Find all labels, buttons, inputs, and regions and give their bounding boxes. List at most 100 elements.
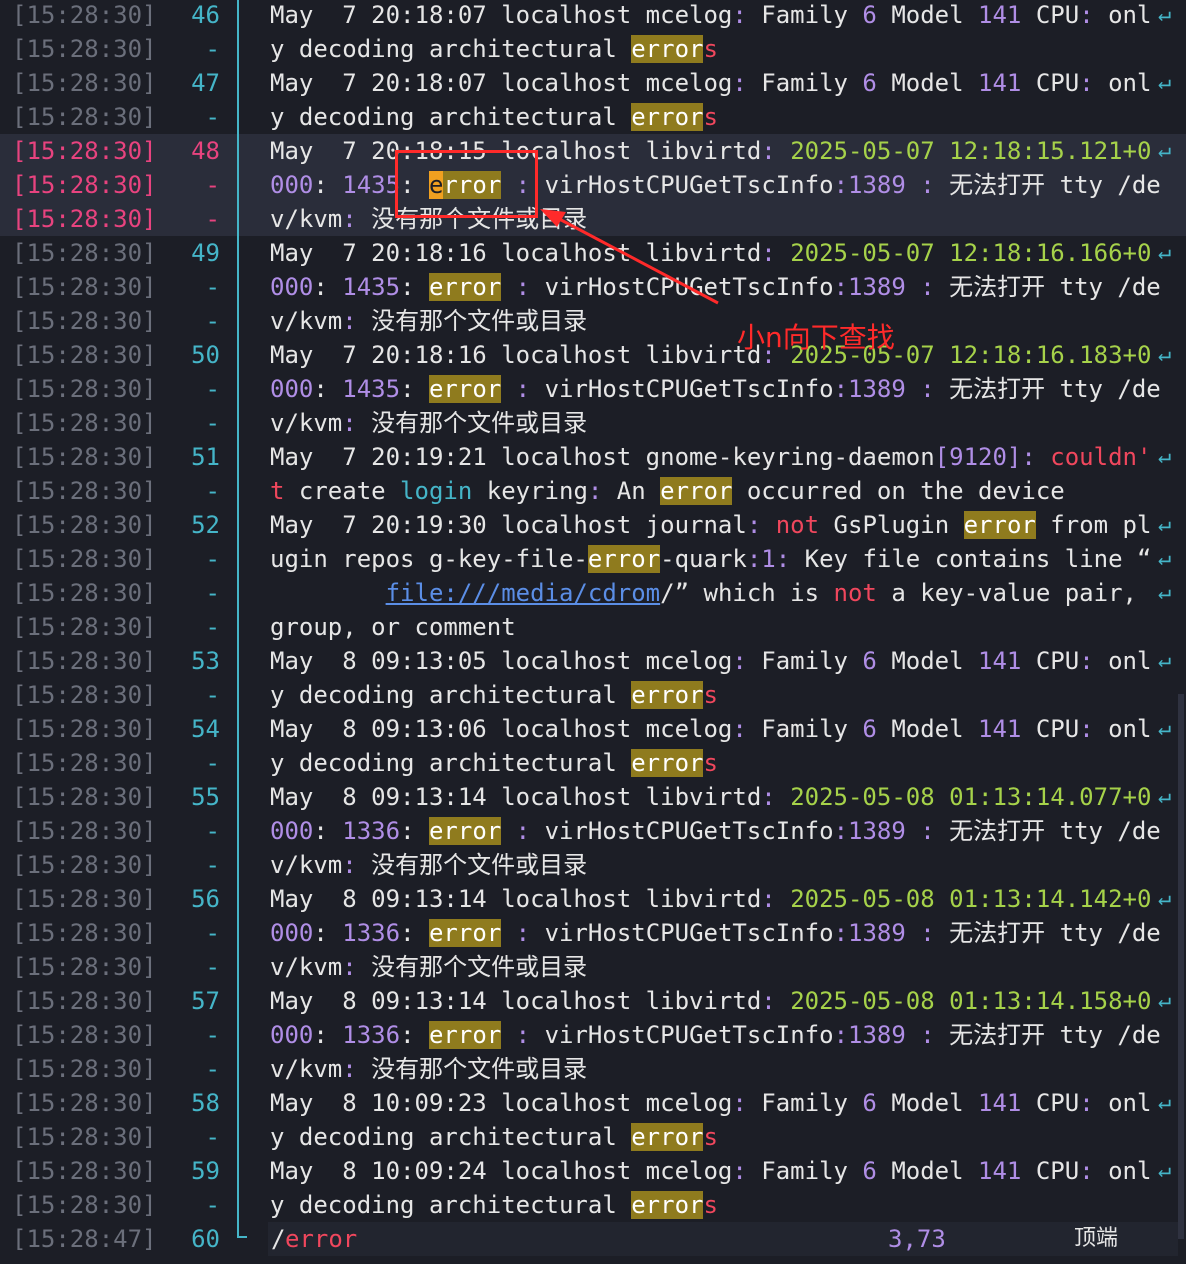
text-segment: Model: [876, 647, 979, 675]
log-row: [15:28:30] - ugin repos g-key-file-error-q…: [0, 542, 1186, 576]
text-segment: :: [920, 1021, 935, 1049]
text-segment: :: [833, 171, 849, 199]
line-number: -: [205, 851, 220, 879]
text-segment: :: [515, 273, 531, 301]
text-segment: 没有那个文件或目录: [356, 953, 588, 981]
text-segment: Family: [746, 647, 863, 675]
row-timestamp: [15:28:30]: [12, 1123, 157, 1151]
text-segment: 000: [270, 919, 314, 947]
row-timestamp: [15:28:30]: [12, 953, 157, 981]
text-segment: a key-value pair,: [876, 579, 1137, 607]
text-segment: 1336: [342, 919, 401, 947]
text-segment: CPU: [1021, 647, 1080, 675]
row-timestamp: [15:28:30]: [12, 1021, 157, 1049]
log-row: [15:28:30] - 000: 1336: error : virHostCPU…: [0, 814, 1186, 848]
text-segment: y decoding architectural: [270, 1123, 632, 1151]
search-match: error: [428, 1021, 502, 1049]
text-segment: :: [515, 919, 531, 947]
row-timestamp: [15:28:30]: [12, 511, 157, 539]
log-row: [15:28:30] 46 May 7 20:18:07 localhost mce…: [0, 0, 1186, 32]
log-row: [15:28:30] - 000: 1336: error : virHostCPU…: [0, 916, 1186, 950]
annotation-highlight-box: [395, 150, 538, 218]
text-segment: :: [1079, 69, 1094, 97]
text-segment: virHostCPUGetTscInfo: [530, 375, 834, 403]
text-segment: CPU: [1021, 1, 1080, 29]
text-segment: :: [833, 919, 849, 947]
text-segment: 141: [978, 1157, 1022, 1185]
text-segment: May 7 20:19:30 localhost journal: [270, 511, 747, 539]
line-wrap-icon: ↵: [1158, 1158, 1172, 1183]
text-segment: 000: [270, 375, 314, 403]
text-segment: :: [400, 1021, 429, 1049]
line-wrap-icon: ↵: [1158, 512, 1172, 537]
text-segment: 000: [270, 273, 314, 301]
text-segment: 1389: [848, 375, 906, 403]
row-timestamp: [15:28:30]: [12, 69, 157, 97]
log-row: [15:28:30] 51 May 7 20:19:21 localhost gno…: [0, 440, 1186, 474]
text-segment: 6: [862, 1157, 877, 1185]
text-segment: :: [1079, 1, 1094, 29]
line-wrap-icon: ↵: [1158, 886, 1172, 911]
search-prefix: /: [271, 1225, 286, 1253]
text-segment: [906, 171, 920, 199]
row-timestamp: [15:28:30]: [12, 545, 157, 573]
log-row: [15:28:30] 57 May 8 09:13:14 localhost lib…: [0, 984, 1186, 1018]
text-segment: :: [1079, 1089, 1094, 1117]
text-segment: 1435: [342, 273, 401, 301]
text-segment: [906, 919, 920, 947]
search-match: error: [428, 375, 502, 403]
text-segment: May 7 20:18:07 localhost mcelog: [270, 69, 733, 97]
text-segment: 没有那个文件或目录: [356, 307, 588, 335]
text-segment: onl: [1093, 715, 1152, 743]
search-match: error: [428, 817, 502, 845]
text-segment: :: [732, 1, 747, 29]
text-segment: 1435: [342, 375, 401, 403]
text-segment: virHostCPUGetTscInfo: [530, 273, 834, 301]
text-segment: [776, 885, 790, 913]
text-segment: Model: [876, 1157, 979, 1185]
text-segment: 1336: [342, 817, 401, 845]
line-number: -: [205, 1191, 220, 1219]
scrollbar[interactable]: [1178, 694, 1184, 1239]
line-number: 51: [191, 443, 220, 471]
text-segment: [906, 273, 920, 301]
log-row: [15:28:30] 53 May 8 09:13:05 localhost mce…: [0, 644, 1186, 678]
text-segment: s: [703, 681, 718, 709]
search-match: error: [631, 103, 704, 131]
text-segment: couldn': [1050, 443, 1152, 471]
line-wrap-icon: ↵: [1158, 240, 1172, 265]
log-text: 000: 1435: error : virHostCPUGetTscInfo:…: [270, 372, 1161, 406]
log-row: [15:28:30] 52 May 7 20:19:30 localhost jou…: [0, 508, 1186, 542]
log-row: [15:28:30] - 000: 1336: error : virHostCPU…: [0, 1018, 1186, 1052]
search-pattern[interactable]: error: [285, 1222, 357, 1256]
gutter-separator-end: [237, 1236, 247, 1238]
text-segment: :: [746, 511, 762, 539]
row-timestamp: [15:28:30]: [12, 239, 157, 267]
text-segment: :: [313, 273, 343, 301]
text-segment: :: [920, 817, 935, 845]
row-timestamp: [15:28:30]: [12, 443, 157, 471]
log-text: May 7 20:18:07 localhost mcelog: Family …: [270, 66, 1151, 100]
log-text: May 8 10:09:23 localhost mcelog: Family …: [270, 1086, 1151, 1120]
line-number: 47: [191, 69, 220, 97]
text-segment: y decoding architectural: [270, 35, 632, 63]
text-segment: 141: [978, 1089, 1022, 1117]
text-segment: :: [761, 137, 776, 165]
text-segment: May 8 10:09:23 localhost mcelog: [270, 1089, 733, 1117]
url-link[interactable]: file:///media/cdrom: [386, 579, 661, 607]
text-segment: CPU: [1021, 715, 1080, 743]
search-command-line[interactable]: / error 3,73 顶端: [268, 1222, 1178, 1256]
row-timestamp: [15:28:30]: [12, 579, 157, 607]
text-segment: 无法打开 tty /de: [934, 919, 1161, 947]
text-segment: :: [342, 953, 357, 981]
log-text: v/kvm: 没有那个文件或目录: [270, 950, 587, 984]
text-segment: onl: [1093, 69, 1152, 97]
row-timestamp: [15:28:30]: [12, 375, 157, 403]
text-segment: :: [342, 205, 357, 233]
log-text: May 8 09:13:06 localhost mcelog: Family …: [270, 712, 1151, 746]
row-timestamp: [15:28:30]: [12, 783, 157, 811]
line-number: -: [205, 273, 220, 301]
text-segment: 2025-05-07 12:18:16.166+0: [790, 239, 1152, 267]
log-row: [15:28:30] - v/kvm: 没有那个文件或目录: [0, 950, 1186, 984]
text-segment: v/kvm: [270, 307, 343, 335]
